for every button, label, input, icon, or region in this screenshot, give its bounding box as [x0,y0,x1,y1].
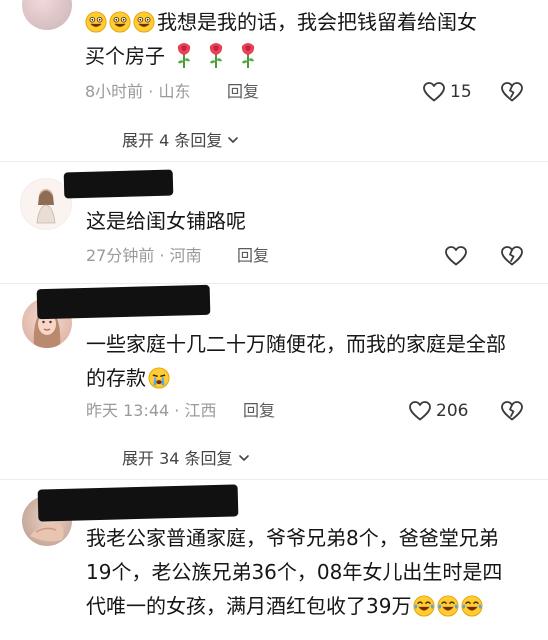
comment-location: 江西 [184,401,217,420]
commenter-avatar[interactable] [22,0,72,30]
grinning-emoji [85,11,107,33]
comment-line: 我想是我的话，我会把钱留着给闺女 [157,10,477,34]
divider [0,161,548,162]
expand-replies-label: 展开 34 条回复 [122,449,233,468]
broken-heart-icon[interactable] [500,399,524,423]
like-count: 206 [436,401,469,421]
crying-emoji [148,367,170,389]
tears-of-joy-emoji [413,595,435,617]
chevron-down-icon [238,452,250,464]
rose-emoji [203,41,229,69]
comment-time: 27分钟前 [86,246,155,265]
comment-text: 一些家庭十几二十万随便花，而我的家庭是全部 [86,332,506,356]
comment-text-line2: 的存款 [86,362,172,395]
like-count: 15 [450,82,472,102]
rose-emoji [171,41,197,69]
comment-line: 的存款 [86,366,146,390]
comment-text-line2: 买个房子 [85,40,261,73]
divider [0,479,548,480]
heart-outline-icon[interactable] [444,244,468,268]
comment-time: 昨天 13:44 [86,401,170,420]
reply-button[interactable]: 回复 [243,401,275,421]
comment-text: 我想是我的话，我会把钱留着给闺女 [85,6,477,39]
expand-replies-button[interactable]: 展开 34 条回复 [122,449,250,469]
comment-meta: 昨天 13:44 · 江西 [86,401,217,420]
comment-line: 代唯一的女孩，满月酒红包收了39万 [86,594,412,618]
expand-replies-label: 展开 4 条回复 [122,131,223,150]
comment-text: 这是给闺女铺路呢 [86,209,246,233]
heart-outline-icon[interactable] [422,80,446,104]
tears-of-joy-emoji [461,595,483,617]
broken-heart-icon[interactable] [500,244,524,268]
comment-location: 山东 [158,82,191,101]
broken-heart-icon[interactable] [500,80,524,104]
redacted-username [37,484,239,522]
grinning-emoji [133,11,155,33]
comment-meta: 27分钟前 · 河南 [86,246,202,265]
expand-replies-button[interactable]: 展开 4 条回复 [122,131,239,151]
chevron-down-icon [227,134,239,146]
rose-emoji [235,41,261,69]
comment-time: 8小时前 [85,82,144,101]
comment-location: 河南 [169,246,202,265]
reply-button[interactable]: 回复 [237,246,269,266]
comment-text-line2: 19个，老公族兄弟36个，08年女儿出生时是四 [86,560,503,584]
tears-of-joy-emoji [437,595,459,617]
grinning-emoji [109,11,131,33]
reply-button[interactable]: 回复 [227,82,259,102]
comment-meta: 8小时前 · 山东 [85,82,191,101]
heart-outline-icon[interactable] [408,399,432,423]
comment-text-line3: 代唯一的女孩，满月酒红包收了39万 [86,590,485,623]
comment-text: 我老公家普通家庭，爷爷兄弟8个，爸爸堂兄弟 [86,526,499,550]
redacted-username [63,169,174,199]
divider [0,283,548,284]
redacted-username [36,284,211,320]
comment-line: 买个房子 [85,44,165,68]
